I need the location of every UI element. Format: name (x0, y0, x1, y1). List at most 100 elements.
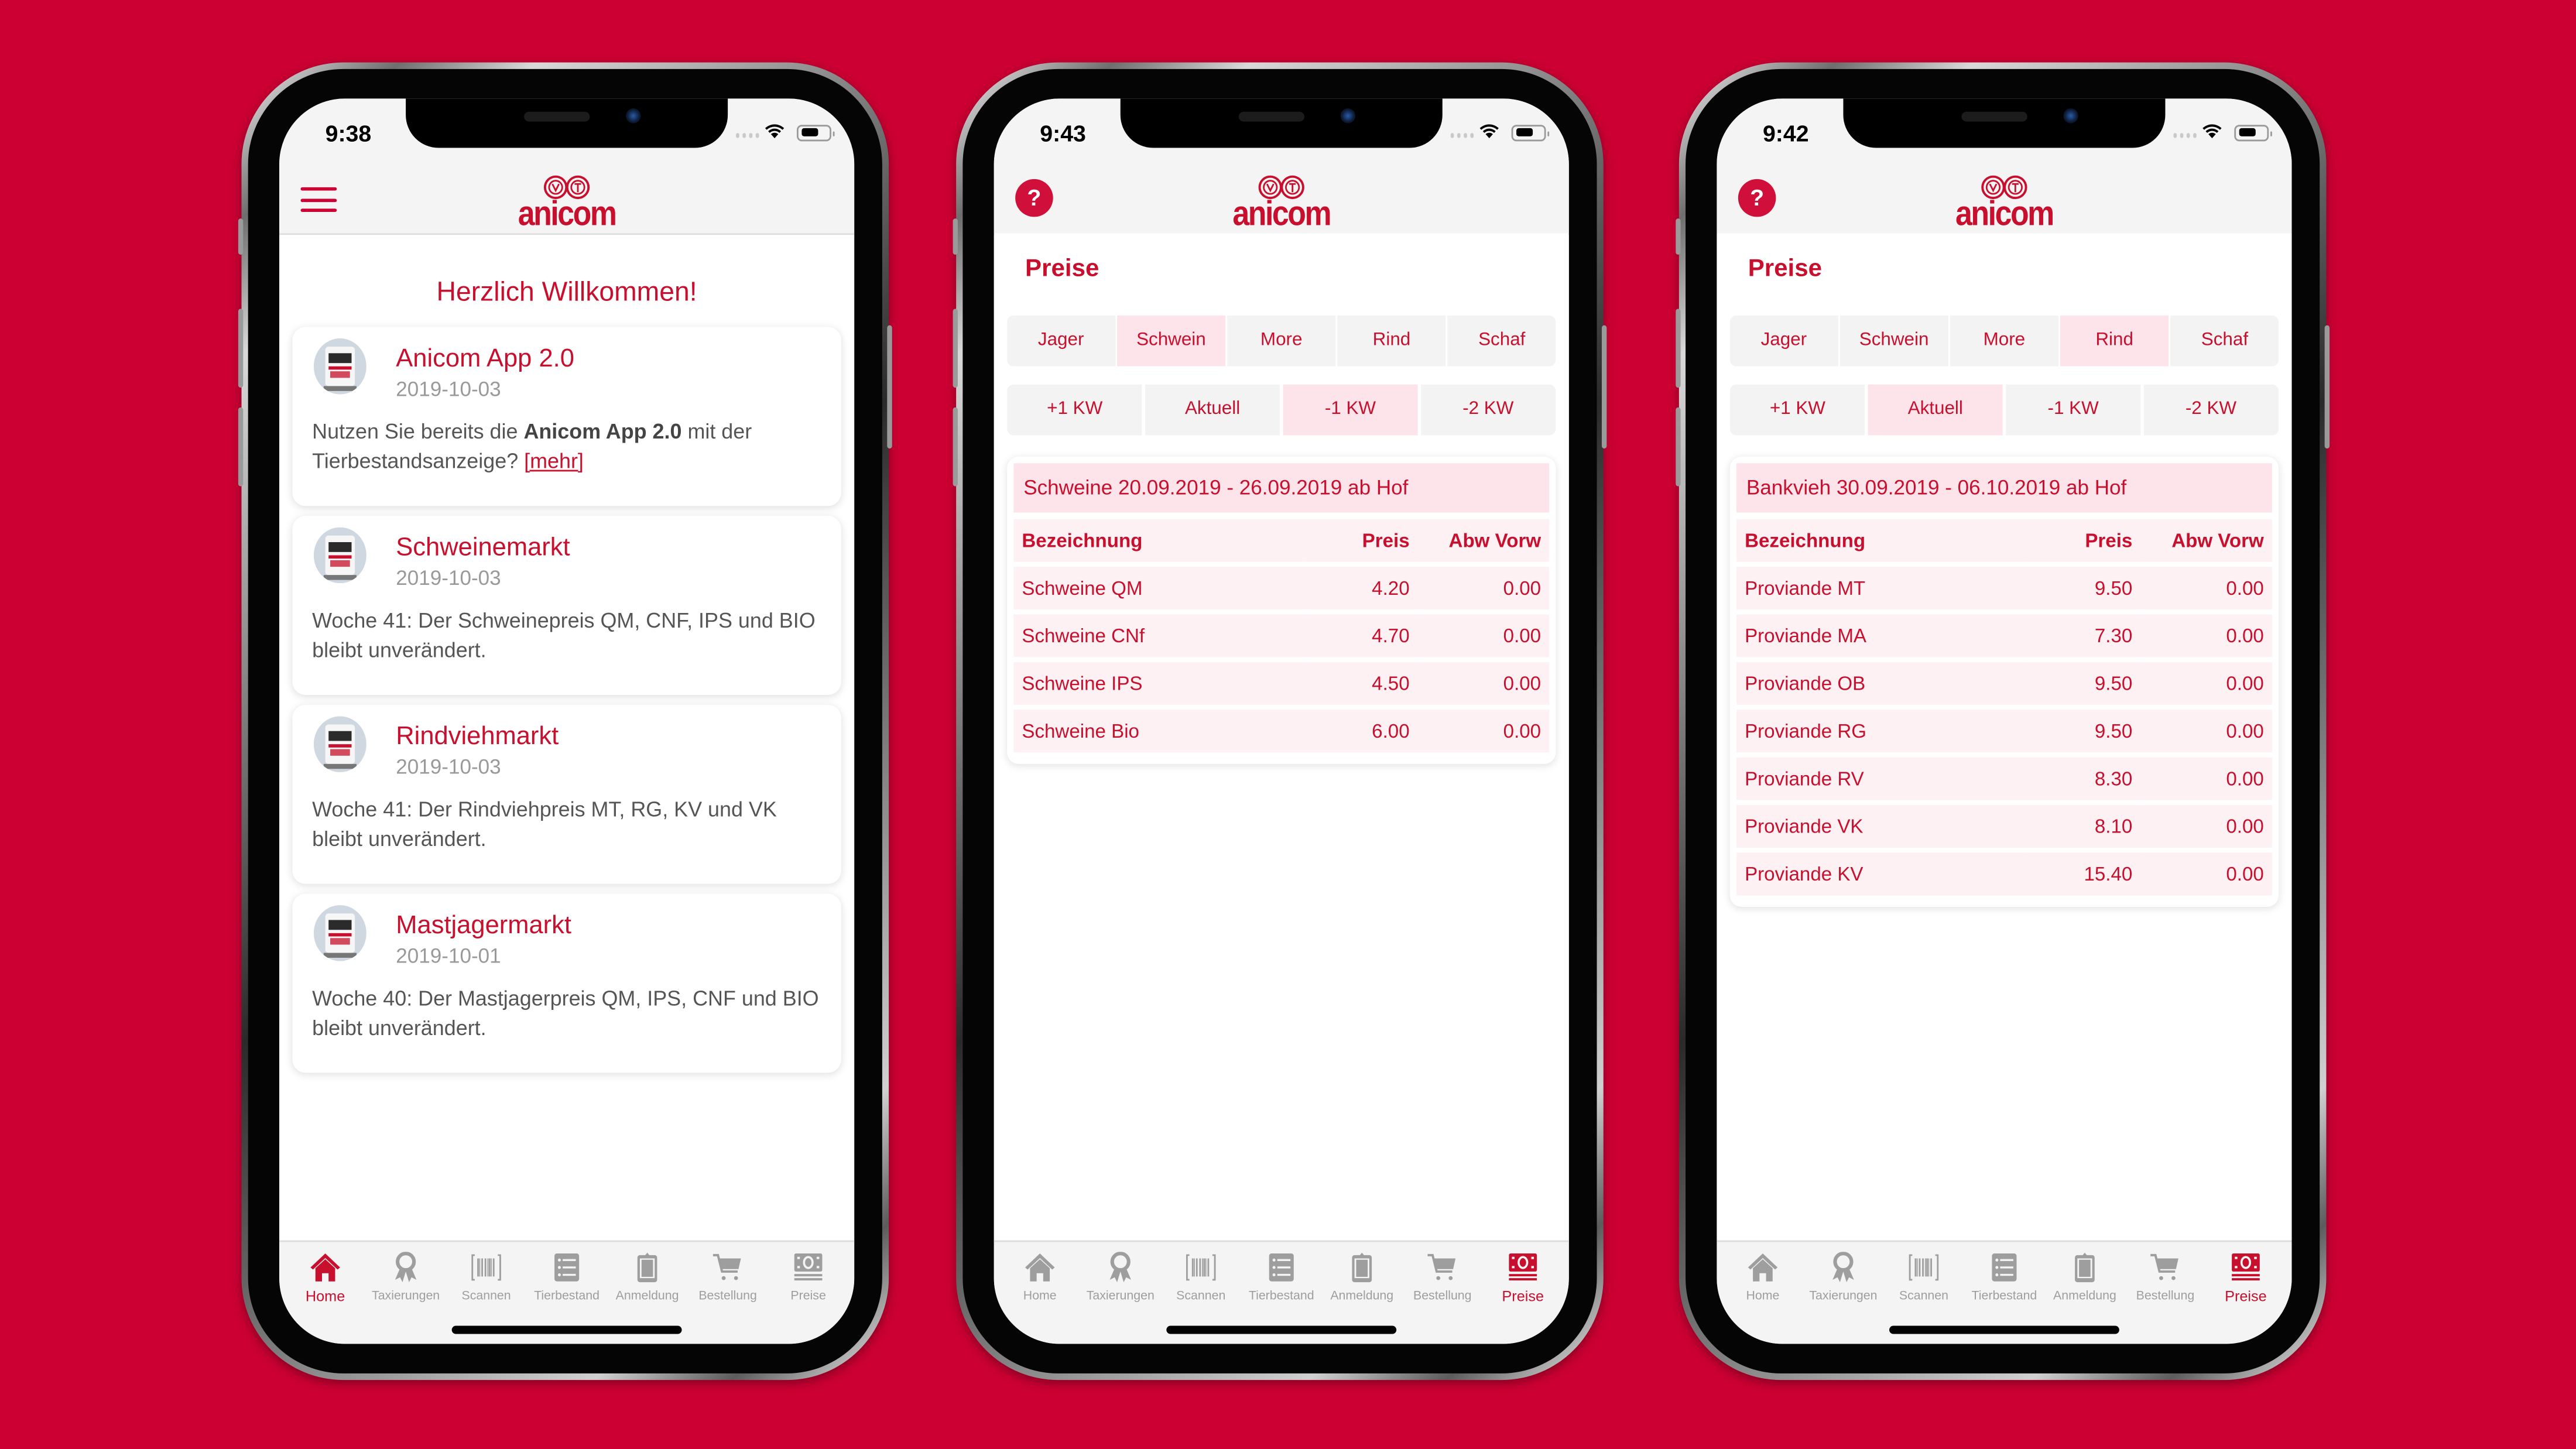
table-row: Proviande RV 8.30 0.00 (1736, 757, 2272, 800)
column-header-preis: Preis (1303, 519, 1418, 562)
notch (1120, 98, 1443, 148)
news-card[interactable]: Rindviehmarkt 2019-10-03 Woche 41: Der R… (292, 704, 841, 884)
home-indicator[interactable] (1166, 1325, 1397, 1334)
tab-bestellung[interactable]: Bestellung (688, 1252, 768, 1304)
cell-bezeichnung: Proviande MT (1736, 567, 2026, 610)
help-icon[interactable]: ? (1738, 179, 1776, 217)
table-row: Proviande VK 8.10 0.00 (1736, 804, 2272, 848)
battery-icon (796, 125, 835, 142)
cart-icon (2126, 1252, 2205, 1283)
prices-content: Preise Jager Schwein More Rind Schaf +1 KW Ak… (994, 235, 1569, 1242)
price-card: Bankvieh 30.09.2019 - 06.10.2019 ab Hof … (1729, 457, 2279, 907)
screen: 9:42 ? anicom Preise Jager Schwein More … (1717, 98, 2292, 1344)
table-row: Proviande RG 9.50 0.00 (1736, 710, 2272, 753)
cellular-signal-icon (735, 133, 759, 138)
category-tab-jager[interactable]: Jager (1729, 315, 1838, 366)
cell-bezeichnung: Schweine QM (1013, 567, 1303, 610)
more-link[interactable]: [mehr] (524, 448, 584, 473)
news-body: Woche 41: Der Rindviehpreis MT, RG, KV u… (312, 796, 777, 851)
week-tab-1-kw[interactable]: -1 KW (2005, 384, 2141, 436)
news-title: Anicom App 2.0 (396, 345, 574, 373)
category-tab-schaf[interactable]: Schaf (2170, 315, 2279, 366)
list-icon (1242, 1252, 1321, 1283)
tab-taxierungen[interactable]: Taxierungen (366, 1252, 446, 1304)
screen: 9:43 ? anicom Preise Jager Schwein More … (994, 98, 1569, 1344)
tab-scannen[interactable]: Scannen (1885, 1252, 1964, 1304)
news-body: Woche 41: Der Schweinepreis QM, CNF, IPS… (312, 608, 816, 662)
price-table: Bezeichnung Preis Abw Vorw Proviande MT 9… (1736, 514, 2272, 900)
screen: 9:38 anicom Herzlich Willkommen! Anicom … (279, 98, 855, 1344)
news-date: 2019-10-01 (396, 944, 501, 968)
volume-up-button (953, 309, 958, 388)
tab-scannen[interactable]: Scannen (447, 1252, 526, 1304)
category-tab-schwein[interactable]: Schwein (1117, 315, 1225, 366)
tab-home[interactable]: Home (1001, 1252, 1080, 1304)
week-tab-2-kw[interactable]: -2 KW (1420, 384, 1556, 436)
tab-bestellung[interactable]: Bestellung (2126, 1252, 2205, 1304)
week-tab-1-kw[interactable]: +1 KW (1007, 384, 1143, 436)
table-row: Proviande MT 9.50 0.00 (1736, 567, 2272, 610)
category-tab-jager[interactable]: Jager (1007, 315, 1115, 366)
tab-taxierungen[interactable]: Taxierungen (1081, 1252, 1160, 1304)
app-header: anicom (279, 170, 855, 235)
price-card: Schweine 20.09.2019 - 26.09.2019 ab Hof … (1007, 457, 1556, 764)
tab-preise[interactable]: Preise (769, 1252, 848, 1304)
tab-tierbestand[interactable]: Tierbestand (1965, 1252, 2044, 1304)
tab-anmeldung[interactable]: Anmeldung (2046, 1252, 2125, 1304)
cell-preis: 8.10 (2025, 804, 2141, 848)
cell-preis: 15.40 (2025, 852, 2141, 896)
home-indicator[interactable] (1889, 1325, 2119, 1334)
week-tab-1-kw[interactable]: +1 KW (1729, 384, 1865, 436)
help-icon[interactable]: ? (1015, 179, 1053, 217)
category-tab-rind[interactable]: Rind (1337, 315, 1446, 366)
tab-preise[interactable]: Preise (2207, 1252, 2286, 1304)
category-tab-rind[interactable]: Rind (2060, 315, 2169, 366)
mute-switch (238, 218, 244, 255)
status-time: 9:38 (325, 119, 372, 146)
tab-label: Scannen (461, 1287, 511, 1303)
tab-scannen[interactable]: Scannen (1162, 1252, 1241, 1304)
table-row: Proviande KV 15.40 0.00 (1736, 852, 2272, 896)
news-date: 2019-10-03 (396, 567, 501, 590)
column-header-abw-vorw: Abw Vorw (1417, 519, 1550, 562)
tab-anmeldung[interactable]: Anmeldung (608, 1252, 687, 1304)
cell-preis: 4.70 (1303, 614, 1418, 657)
news-card[interactable]: Anicom App 2.0 2019-10-03 Nutzen Sie ber… (292, 327, 841, 506)
tab-bestellung[interactable]: Bestellung (1403, 1252, 1482, 1304)
week-tab-aktuell[interactable]: Aktuell (1145, 384, 1280, 436)
logo-wordmark: anicom (518, 195, 617, 234)
tab-label: Tierbestand (1248, 1287, 1314, 1303)
hamburger-menu-icon[interactable] (300, 187, 337, 214)
category-tab-schwein[interactable]: Schwein (1840, 315, 1948, 366)
tab-preise[interactable]: Preise (1484, 1252, 1563, 1304)
week-tab-1-kw[interactable]: -1 KW (1282, 384, 1419, 436)
cell-preis: 8.30 (2025, 757, 2141, 800)
tab-home[interactable]: Home (1724, 1252, 1803, 1304)
news-card[interactable]: Schweinemarkt 2019-10-03 Woche 41: Der S… (292, 516, 841, 695)
tab-tierbestand[interactable]: Tierbestand (527, 1252, 607, 1304)
category-tab-schaf[interactable]: Schaf (1448, 315, 1556, 366)
week-tab-aktuell[interactable]: Aktuell (1868, 384, 2003, 436)
list-icon (1965, 1252, 2044, 1283)
table-row: Schweine CNf 4.70 0.00 (1013, 614, 1550, 657)
cart-icon (688, 1252, 768, 1283)
home-icon (1724, 1252, 1803, 1283)
week-tab-2-kw[interactable]: -2 KW (2143, 384, 2279, 436)
volume-down-button (1676, 407, 1681, 487)
tab-taxierungen[interactable]: Taxierungen (1804, 1252, 1883, 1304)
category-tab-more[interactable]: More (1950, 315, 2058, 366)
cell-abw-vorw: 0.00 (2140, 804, 2272, 848)
category-tab-more[interactable]: More (1227, 315, 1335, 366)
page-title: Preise (1025, 254, 1099, 283)
notch (1843, 98, 2166, 148)
news-date: 2019-10-03 (396, 755, 501, 779)
tab-home[interactable]: Home (286, 1252, 365, 1304)
tab-tierbestand[interactable]: Tierbestand (1242, 1252, 1321, 1304)
home-indicator[interactable] (451, 1325, 682, 1334)
cell-abw-vorw: 0.00 (1417, 567, 1550, 610)
tab-anmeldung[interactable]: Anmeldung (1323, 1252, 1402, 1304)
tab-label: Preise (1502, 1287, 1544, 1305)
page-title: Preise (1748, 254, 1823, 283)
news-card[interactable]: Mastjagermarkt 2019-10-01 Woche 40: Der … (292, 893, 841, 1073)
money-icon (2207, 1252, 2286, 1283)
